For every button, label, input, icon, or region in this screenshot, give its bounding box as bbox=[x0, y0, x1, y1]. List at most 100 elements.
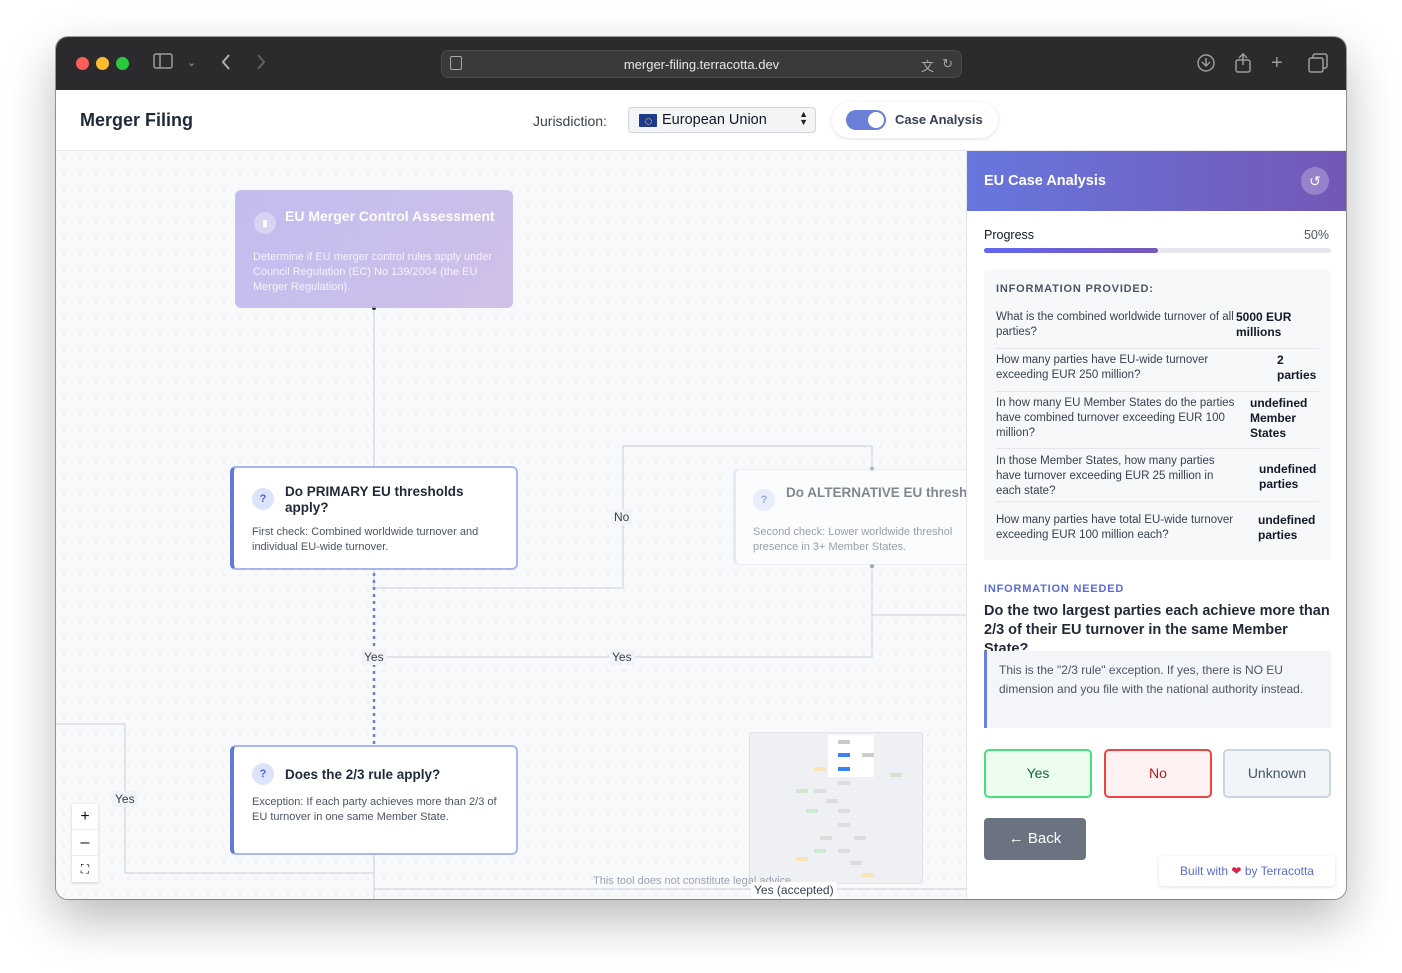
alternative-node-title: Do ALTERNATIVE EU thresho apply? bbox=[786, 485, 966, 500]
flowchart-canvas[interactable]: ▮ EU Merger Control Assessment Determine… bbox=[56, 151, 966, 899]
primary-node-title: Do PRIMARY EU thresholds apply? bbox=[285, 484, 464, 515]
reload-icon[interactable]: ↻ bbox=[942, 56, 953, 72]
back-nav-icon[interactable] bbox=[220, 53, 232, 76]
alternative-node-description: Second check: Lower worldwide threshol p… bbox=[753, 526, 953, 553]
minimap-node bbox=[890, 773, 902, 777]
minimap-node bbox=[854, 836, 866, 840]
rule-node-description: Exception: If each party achieves more t… bbox=[252, 796, 497, 823]
chevron-down-icon[interactable]: ⌄ bbox=[187, 53, 196, 73]
toggle-knob bbox=[868, 112, 884, 128]
forward-nav-icon[interactable] bbox=[255, 53, 267, 76]
info-answer: undefined parties bbox=[1259, 462, 1317, 491]
fit-view-button[interactable]: ⛶ bbox=[72, 856, 98, 882]
minimap-node bbox=[820, 836, 832, 840]
info-question: How many parties have total EU-wide turn… bbox=[996, 514, 1234, 541]
toggle-switch[interactable] bbox=[846, 110, 886, 130]
share-icon[interactable] bbox=[1234, 52, 1252, 78]
rule-explanation: This is the "2/3 rule" exception. If yes… bbox=[984, 651, 1331, 728]
minimap-node bbox=[838, 781, 850, 785]
two-thirds-rule-node[interactable]: ? Does the 2/3 rule apply? Exception: If… bbox=[230, 745, 518, 855]
eu-flag-icon bbox=[639, 114, 657, 127]
built-with-prefix: Built with bbox=[1180, 864, 1229, 878]
jurisdiction-value: European Union bbox=[662, 112, 767, 128]
maximize-window-button[interactable] bbox=[116, 57, 129, 70]
address-bar[interactable]: merger-filing.terracotta.dev 文 ↻ bbox=[441, 50, 962, 78]
minimap[interactable] bbox=[749, 732, 923, 884]
eu-flag-icon: ▮ bbox=[254, 212, 276, 234]
edge-label-yes-alternative: Yes bbox=[609, 649, 635, 665]
question-icon: ? bbox=[252, 763, 274, 785]
tab-overview-icon[interactable] bbox=[1308, 53, 1328, 78]
translate-icon[interactable]: 文 bbox=[921, 56, 934, 75]
minimap-node bbox=[862, 753, 874, 757]
alternative-thresholds-node[interactable]: ? Do ALTERNATIVE EU thresho apply? Secon… bbox=[733, 469, 966, 565]
minimize-window-button[interactable] bbox=[96, 57, 109, 70]
minimap-node bbox=[838, 809, 850, 813]
info-item: What is the combined worldwide turnover … bbox=[996, 310, 1319, 349]
info-heading: INFORMATION PROVIDED: bbox=[996, 283, 1154, 295]
edge-label-yes-accepted: Yes (accepted) bbox=[751, 882, 837, 898]
minimap-node bbox=[814, 789, 826, 793]
primary-node-description: First check: Combined worldwide turnover… bbox=[252, 526, 479, 553]
edge-label-yes-left: Yes bbox=[112, 791, 138, 807]
minimap-node bbox=[826, 799, 838, 803]
progress-bar bbox=[984, 248, 1331, 253]
question-icon: ? bbox=[753, 489, 775, 511]
minimap-node bbox=[862, 873, 874, 877]
reset-icon[interactable]: ↺ bbox=[1301, 167, 1329, 195]
back-button[interactable]: ← Back bbox=[984, 818, 1086, 860]
minimap-node bbox=[838, 767, 850, 771]
minimap-node bbox=[796, 789, 808, 793]
edge-label-no: No bbox=[611, 509, 633, 525]
jurisdiction-select[interactable]: European Union ▲ ▼ bbox=[628, 107, 816, 133]
built-with-badge[interactable]: Built with ❤ by Terracotta bbox=[1159, 856, 1335, 886]
app-header: Merger Filing Jurisdiction: European Uni… bbox=[56, 90, 1346, 151]
info-question: How many parties have EU-wide turnover e… bbox=[996, 354, 1209, 381]
answer-unknown-button[interactable]: Unknown bbox=[1223, 749, 1331, 798]
information-provided: INFORMATION PROVIDED: What is the combin… bbox=[984, 270, 1331, 560]
answer-yes-button[interactable]: Yes bbox=[984, 749, 1092, 798]
question-icon: ? bbox=[252, 488, 274, 510]
zoom-controls: + – ⛶ bbox=[72, 804, 98, 882]
answer-no-button[interactable]: No bbox=[1104, 749, 1212, 798]
info-item: How many parties have total EU-wide turn… bbox=[996, 513, 1319, 549]
info-question: What is the combined worldwide turnover … bbox=[996, 311, 1234, 338]
info-answer: 2 parties bbox=[1277, 353, 1317, 382]
sidebar-toggle-icon[interactable] bbox=[153, 53, 173, 74]
case-analysis-toggle[interactable]: Case Analysis bbox=[832, 102, 998, 138]
browser-window: ⌄ merger-filing.terracotta.dev 文 ↻ + Mer… bbox=[56, 37, 1346, 899]
info-question: In those Member States, how many parties… bbox=[996, 455, 1215, 497]
needed-heading: INFORMATION NEEDED bbox=[984, 583, 1125, 595]
jurisdiction-label: Jurisdiction: bbox=[533, 113, 607, 129]
info-question: In how many EU Member States do the part… bbox=[996, 397, 1235, 439]
minimap-node bbox=[838, 753, 850, 757]
start-node-title: EU Merger Control Assessment bbox=[285, 208, 495, 224]
primary-thresholds-node[interactable]: ? Do PRIMARY EU thresholds apply? First … bbox=[230, 466, 518, 570]
progress-percent: 50% bbox=[1303, 228, 1329, 242]
minimap-node bbox=[838, 823, 850, 827]
info-answer: undefined parties bbox=[1258, 513, 1316, 542]
info-answer: undefined Member States bbox=[1250, 396, 1308, 440]
new-tab-icon[interactable]: + bbox=[1271, 53, 1283, 73]
panel-title: EU Case Analysis bbox=[984, 173, 1106, 189]
close-window-button[interactable] bbox=[76, 57, 89, 70]
info-item: In those Member States, how many parties… bbox=[996, 454, 1319, 502]
minimap-node bbox=[838, 740, 850, 744]
start-node[interactable]: ▮ EU Merger Control Assessment Determine… bbox=[235, 190, 513, 308]
download-icon[interactable] bbox=[1196, 53, 1216, 78]
progress-bar-fill bbox=[984, 248, 1158, 253]
zoom-in-button[interactable]: + bbox=[72, 804, 98, 830]
minimap-node bbox=[806, 809, 818, 813]
rule-node-title: Does the 2/3 rule apply? bbox=[285, 767, 441, 782]
minimap-node bbox=[814, 767, 826, 771]
info-answer: 5000 EUR millions bbox=[1236, 310, 1292, 339]
minimap-node bbox=[850, 861, 862, 865]
built-with-suffix: by Terracotta bbox=[1244, 864, 1314, 878]
minimap-node bbox=[796, 857, 808, 861]
select-arrows-icon: ▲ ▼ bbox=[799, 109, 808, 127]
edge-label-yes-primary: Yes bbox=[361, 649, 387, 665]
toggle-label: Case Analysis bbox=[895, 112, 983, 127]
zoom-out-button[interactable]: – bbox=[72, 830, 98, 856]
minimap-node bbox=[814, 849, 826, 853]
start-node-description: Determine if EU merger control rules app… bbox=[253, 251, 493, 293]
